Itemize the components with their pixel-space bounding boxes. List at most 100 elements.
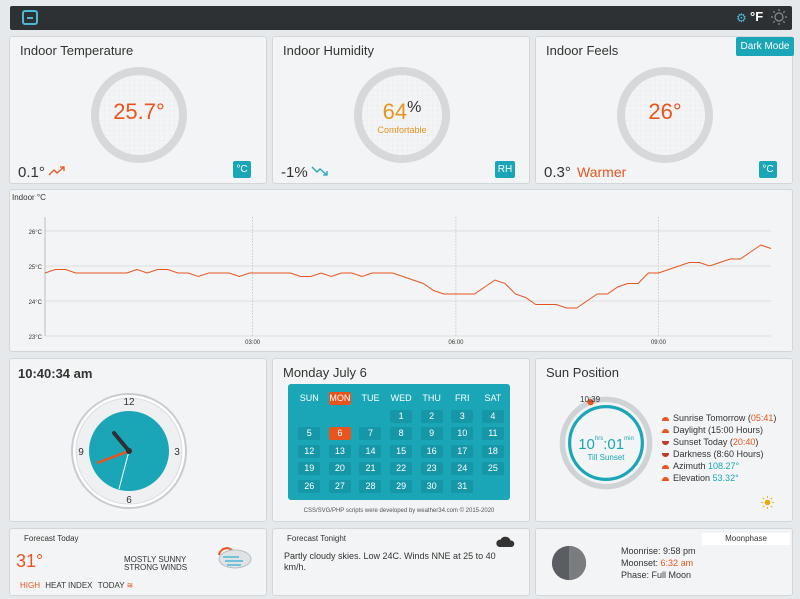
calendar-day[interactable]: 26 xyxy=(294,478,325,496)
sun-countdown: 10hrs:01min xyxy=(578,436,634,453)
feels-change-value: 0.3° xyxy=(544,164,571,181)
calendar-day[interactable]: 1 xyxy=(386,408,417,426)
calendar-weekday: SAT xyxy=(484,393,502,404)
clock-numeral-9: 9 xyxy=(78,447,84,458)
sun-hours: 10 xyxy=(578,436,595,453)
clock-numeral-6: 6 xyxy=(126,495,132,506)
calendar-weekday: SUN xyxy=(299,393,319,404)
dark-mode-button[interactable]: Dark Mode xyxy=(736,37,794,56)
card-title: Indoor Humidity xyxy=(283,43,375,58)
moon-icon xyxy=(551,545,587,581)
calendar-day[interactable]: 9 xyxy=(416,425,447,443)
calendar-day[interactable]: 22 xyxy=(386,460,417,478)
calendar-day[interactable]: 3 xyxy=(447,408,478,426)
humidity-value: 64 xyxy=(382,99,408,124)
calendar-day[interactable]: 18 xyxy=(478,443,509,461)
calendar-day[interactable]: 25 xyxy=(478,460,509,478)
credit-text: CSS/SVG/PHP scripts were developed by we… xyxy=(303,508,495,514)
indoor-temperature-chart: 26°C 25°C 24°C 23°C 03:00 06:00 09:00 xyxy=(29,217,772,346)
today-label: TODAY xyxy=(97,581,125,590)
card-title: Indoor Feels xyxy=(546,43,619,58)
calendar-day[interactable]: 27 xyxy=(325,478,356,496)
calendar-empty-cell xyxy=(355,408,386,426)
trend-down-icon xyxy=(311,166,328,176)
calendar-day[interactable]: 28 xyxy=(355,478,386,496)
temperature-series-line xyxy=(44,244,772,309)
indoor-humidity-card: Indoor Humidity 64% Comfortable -1% RH xyxy=(272,36,530,184)
sun-icon xyxy=(761,496,774,509)
analog-clock: 12 3 6 9 xyxy=(71,393,187,509)
till-sunset: Till Sunset xyxy=(587,453,625,462)
calendar-empty-cell xyxy=(325,408,356,426)
heat-index-label: HEAT INDEX xyxy=(45,581,93,590)
calendar-day[interactable]: 8 xyxy=(386,425,417,443)
calendar-day[interactable]: 15 xyxy=(386,443,417,461)
card-title: Indoor Temperature xyxy=(20,43,134,58)
calendar-day[interactable]: 24 xyxy=(447,460,478,478)
x-tick-label: 06:00 xyxy=(448,340,464,346)
calendar-day[interactable]: 19 xyxy=(294,460,325,478)
forecast-today-temp: 31° xyxy=(16,551,44,571)
unit-toggle[interactable]: °F xyxy=(750,9,763,24)
azimuth-icon xyxy=(662,464,669,469)
humidity-change: -1% xyxy=(281,164,308,181)
y-tick-label: 23°C xyxy=(29,335,43,341)
station-logo-icon[interactable] xyxy=(22,10,38,25)
sun-icon[interactable] xyxy=(770,8,788,26)
x-tick-label: 09:00 xyxy=(651,340,667,346)
calendar-weekday: THU xyxy=(422,393,441,404)
calendar-day[interactable]: 20 xyxy=(325,460,356,478)
calendar-day[interactable]: 2 xyxy=(416,408,447,426)
calendar-day[interactable]: 16 xyxy=(416,443,447,461)
calendar-day[interactable]: 7 xyxy=(355,425,386,443)
rh-unit-badge[interactable]: RH xyxy=(495,161,515,178)
percent-sign: % xyxy=(407,99,422,116)
calendar-day[interactable]: 5 xyxy=(294,425,325,443)
gear-icon[interactable]: ⚙ xyxy=(736,11,747,25)
temperature-change: 0.1° xyxy=(18,164,45,181)
calendar-title: Monday July 6 xyxy=(283,365,367,380)
moon-details: Moonrise: 9:58 pm Moonset: 6:32 am Phase… xyxy=(621,546,696,580)
celsius-unit-badge[interactable]: °C xyxy=(759,161,777,178)
calendar-day[interactable]: 30 xyxy=(416,478,447,496)
sunrise-icon xyxy=(662,416,669,421)
calendar-day[interactable]: 21 xyxy=(355,460,386,478)
calendar-day[interactable]: 14 xyxy=(355,443,386,461)
feels-status: Warmer xyxy=(577,164,627,180)
sun-hours-unit: hrs xyxy=(594,436,604,442)
calendar-day[interactable]: 13 xyxy=(325,443,356,461)
sun-dial-time: 10:39 xyxy=(580,395,601,404)
celsius-unit-badge[interactable]: °C xyxy=(233,161,251,178)
forecast-tonight-title: Forecast Tonight xyxy=(287,534,346,543)
forecast-heat-row: HIGH HEAT INDEX TODAY ≋ xyxy=(20,581,133,590)
cloud-night-icon xyxy=(496,536,515,547)
forecast-tonight-card: Forecast Tonight Partly cloudy skies. Lo… xyxy=(272,528,530,596)
temperature-value: 25.7° xyxy=(113,99,165,124)
calendar-day[interactable]: 6 xyxy=(325,425,356,443)
humidity-value-wrap: 64% xyxy=(352,99,452,125)
calendar-days: SUN MON TUE WED THU FRI SAT 1 2 3 4 5 6 7 8 9 10 11 12 13 14… xyxy=(294,390,508,495)
calendar-day[interactable]: 23 xyxy=(416,460,447,478)
calendar-weekday: MON xyxy=(328,392,351,406)
forecast-conditions-2: STRONG WINDS xyxy=(124,563,188,572)
high-label: HIGH xyxy=(20,581,40,590)
forecast-today-title: Forecast Today xyxy=(24,534,79,543)
sun-details: Sunrise Tomorrow (05:41) Daylight (15:00… xyxy=(662,412,776,484)
sun-minutes: 01 xyxy=(607,436,625,453)
trend-up-icon xyxy=(48,166,65,176)
calendar-day[interactable]: 17 xyxy=(447,443,478,461)
calendar-day[interactable]: 11 xyxy=(478,425,509,443)
daylight-icon xyxy=(662,428,669,433)
clock-time: 10:40:34 am xyxy=(18,366,93,381)
calendar-day[interactable]: 4 xyxy=(478,408,509,426)
calendar-day[interactable]: 29 xyxy=(386,478,417,496)
calendar-day[interactable]: 10 xyxy=(447,425,478,443)
moonphase-title: Moonphase xyxy=(702,533,790,545)
sun-min-unit: min xyxy=(624,436,634,442)
indoor-temperature-card: Indoor Temperature 25.7° 0.1° °C xyxy=(9,36,267,184)
humidity-status: Comfortable xyxy=(377,125,427,135)
calendar-day[interactable]: 31 xyxy=(447,478,478,496)
x-tick-label: 03:00 xyxy=(245,340,261,346)
calendar-day[interactable]: 12 xyxy=(294,443,325,461)
clock-card: 10:40:34 am 12 3 6 9 xyxy=(9,358,267,522)
